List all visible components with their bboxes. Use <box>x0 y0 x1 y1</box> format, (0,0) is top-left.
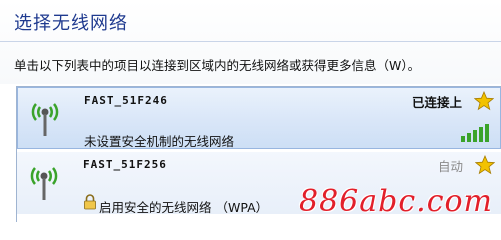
wireless-antenna-icon <box>30 167 58 200</box>
star-icon <box>475 155 495 175</box>
network-item-fast-51f246[interactable]: FAST_51F246 未设置安全机制的无线网络 已连接上 <box>17 87 501 149</box>
page-title: 选择无线网络 <box>14 13 128 34</box>
connection-status: 已连接上 <box>411 95 462 110</box>
network-security-description: 未设置安全机制的无线网络 <box>84 134 235 149</box>
connection-status: 自动 <box>437 159 463 174</box>
signal-strength-icon <box>461 124 489 142</box>
network-ssid: FAST_51F256 <box>83 158 167 171</box>
instruction-text: 单击以下列表中的项目以连接到区域内的无线网络或获得更多信息（W）。 <box>14 58 421 73</box>
watermark: 886abc.com <box>299 184 493 219</box>
network-security-description: 启用安全的无线网络 （WPA） <box>99 200 269 215</box>
title-divider <box>0 41 501 42</box>
wireless-antenna-icon <box>31 103 59 136</box>
network-ssid: FAST_51F246 <box>84 94 168 107</box>
star-icon <box>474 91 494 111</box>
